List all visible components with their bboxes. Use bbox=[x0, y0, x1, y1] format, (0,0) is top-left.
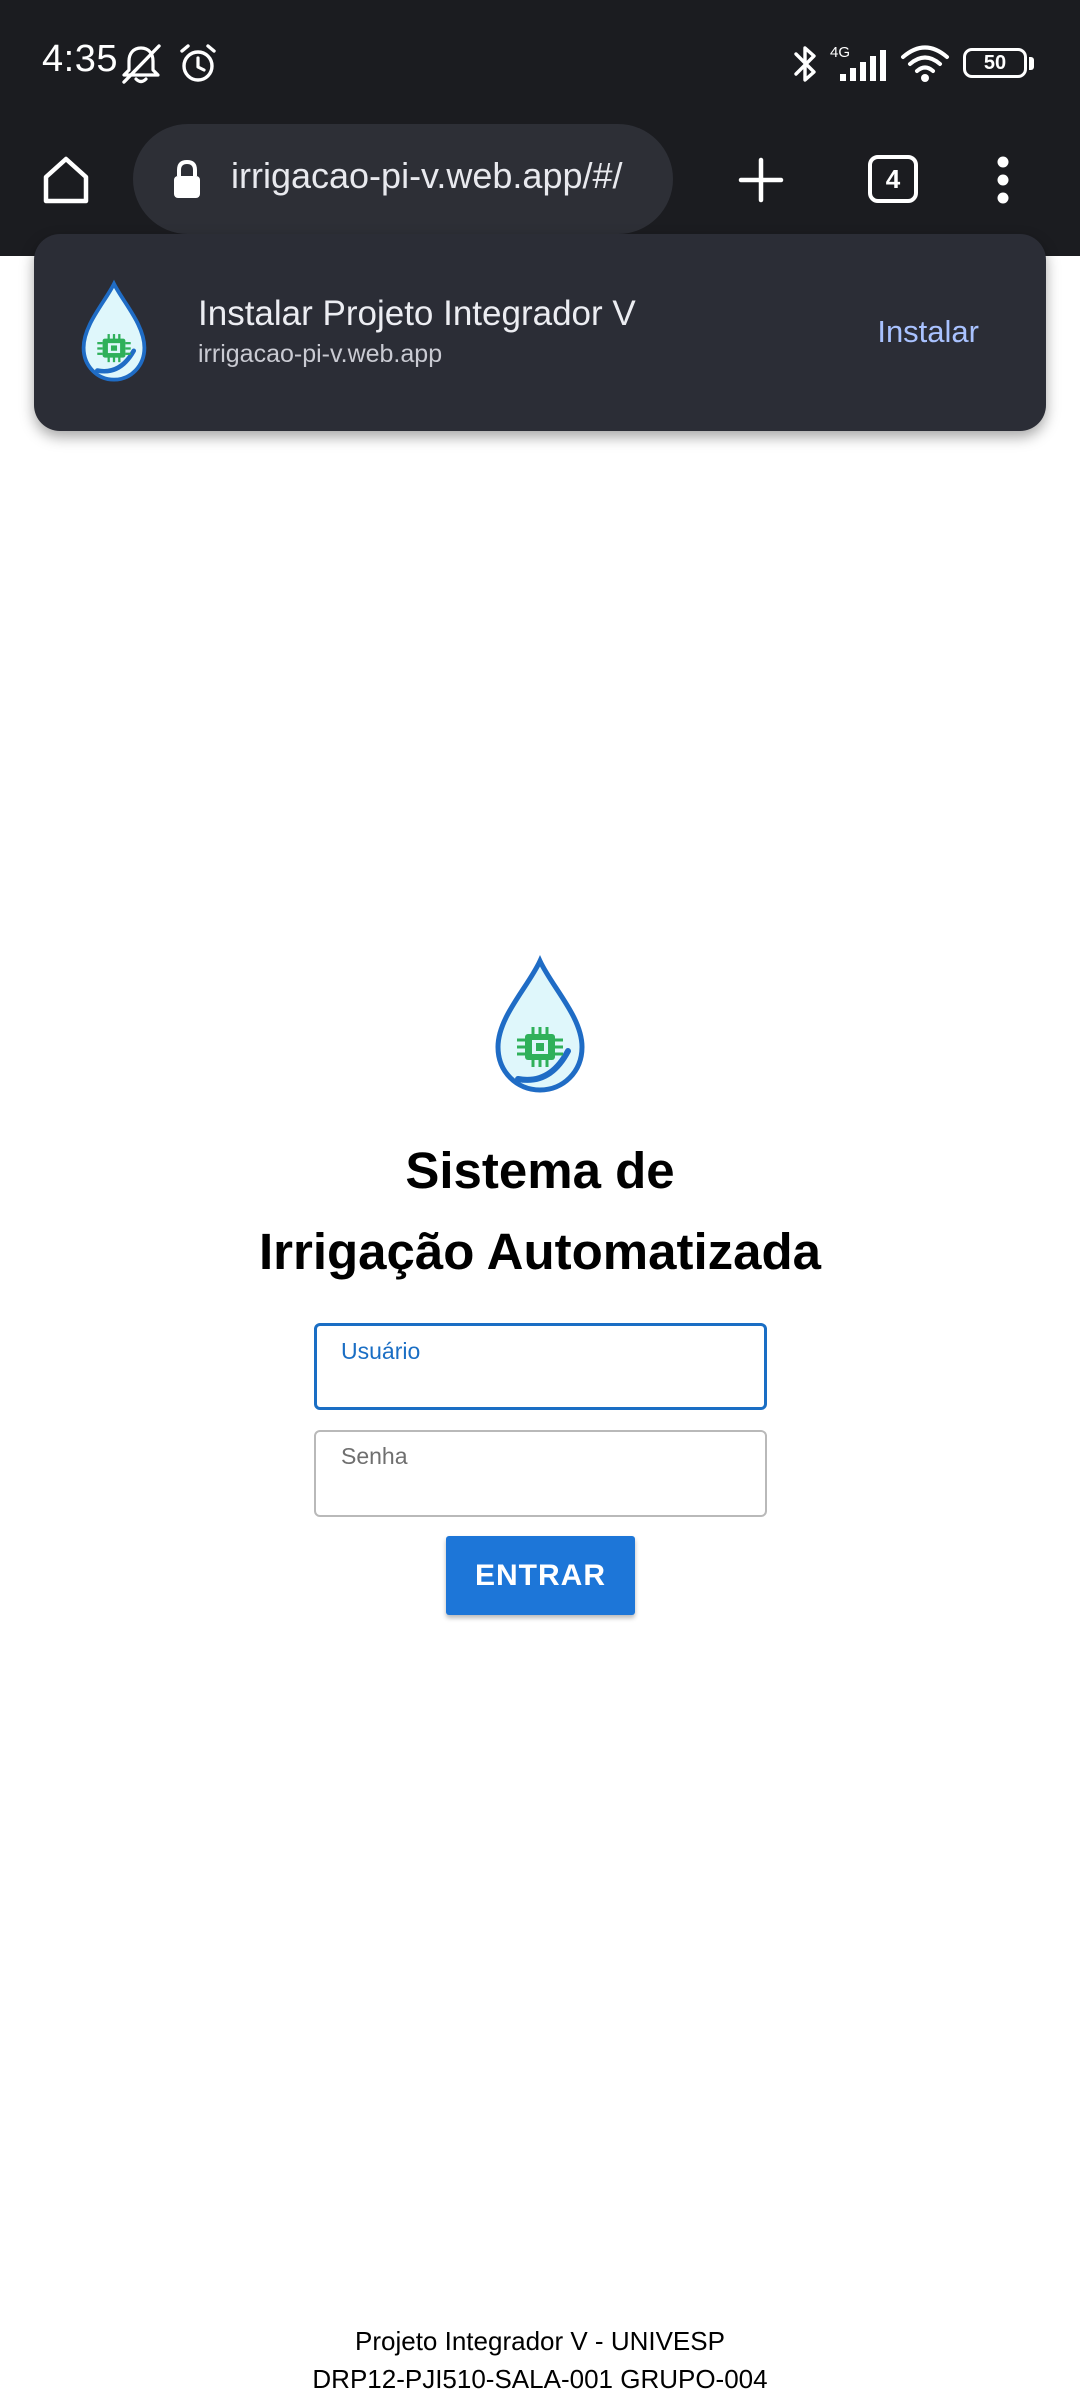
battery-tip bbox=[1029, 57, 1034, 70]
wifi-icon bbox=[901, 45, 949, 82]
page-title: Sistema de Irrigação Automatizada bbox=[0, 1130, 1080, 1292]
tab-count: 4 bbox=[885, 163, 901, 194]
status-time: 4:35 bbox=[42, 38, 118, 80]
username-field[interactable]: Usuário bbox=[314, 1323, 767, 1410]
alarm-icon bbox=[180, 44, 216, 82]
lock-icon bbox=[174, 159, 200, 198]
footer: Projeto Integrador V - UNIVESP DRP12-PJI… bbox=[0, 2322, 1080, 2398]
username-input[interactable] bbox=[339, 1370, 742, 1404]
more-options-icon bbox=[997, 156, 1009, 204]
cellular-signal-icon bbox=[840, 50, 886, 81]
username-label: Usuário bbox=[341, 1338, 421, 1364]
app-logo-icon bbox=[495, 955, 585, 1093]
page-title-line-2: Irrigação Automatizada bbox=[258, 1223, 822, 1280]
home-icon bbox=[43, 156, 89, 204]
password-input[interactable] bbox=[338, 1476, 743, 1510]
install-button[interactable]: Instalar bbox=[877, 314, 979, 350]
tabs-button[interactable]: 4 bbox=[868, 155, 918, 203]
status-bar: 4:35 4G 50 bbox=[0, 0, 1080, 126]
home-button[interactable] bbox=[36, 150, 96, 210]
battery-icon: 50 bbox=[963, 48, 1027, 78]
install-app-banner: Instalar Projeto Integrador V irrigacao-… bbox=[34, 234, 1046, 431]
new-tab-icon bbox=[738, 157, 784, 203]
password-label: Senha bbox=[341, 1443, 408, 1469]
banner-subtitle: irrigacao-pi-v.web.app bbox=[198, 340, 443, 368]
new-tab-button[interactable] bbox=[734, 150, 788, 210]
notifications-muted-icon bbox=[122, 44, 161, 84]
banner-title: Instalar Projeto Integrador V bbox=[198, 294, 636, 333]
more-options-button[interactable] bbox=[983, 150, 1023, 210]
water-drop-chip-icon bbox=[81, 279, 147, 382]
footer-line-1: Projeto Integrador V - UNIVESP bbox=[355, 2326, 725, 2356]
bluetooth-icon bbox=[794, 46, 816, 82]
footer-line-2: DRP12-PJI510-SALA-001 GRUPO-004 bbox=[312, 2364, 768, 2394]
password-field[interactable]: Senha bbox=[314, 1430, 767, 1517]
url-text[interactable]: irrigacao-pi-v.web.app/#/ bbox=[231, 155, 623, 197]
login-button[interactable]: ENTRAR bbox=[446, 1536, 635, 1615]
battery-percent: 50 bbox=[983, 51, 1007, 74]
page-title-line-1: Sistema de bbox=[405, 1142, 675, 1199]
